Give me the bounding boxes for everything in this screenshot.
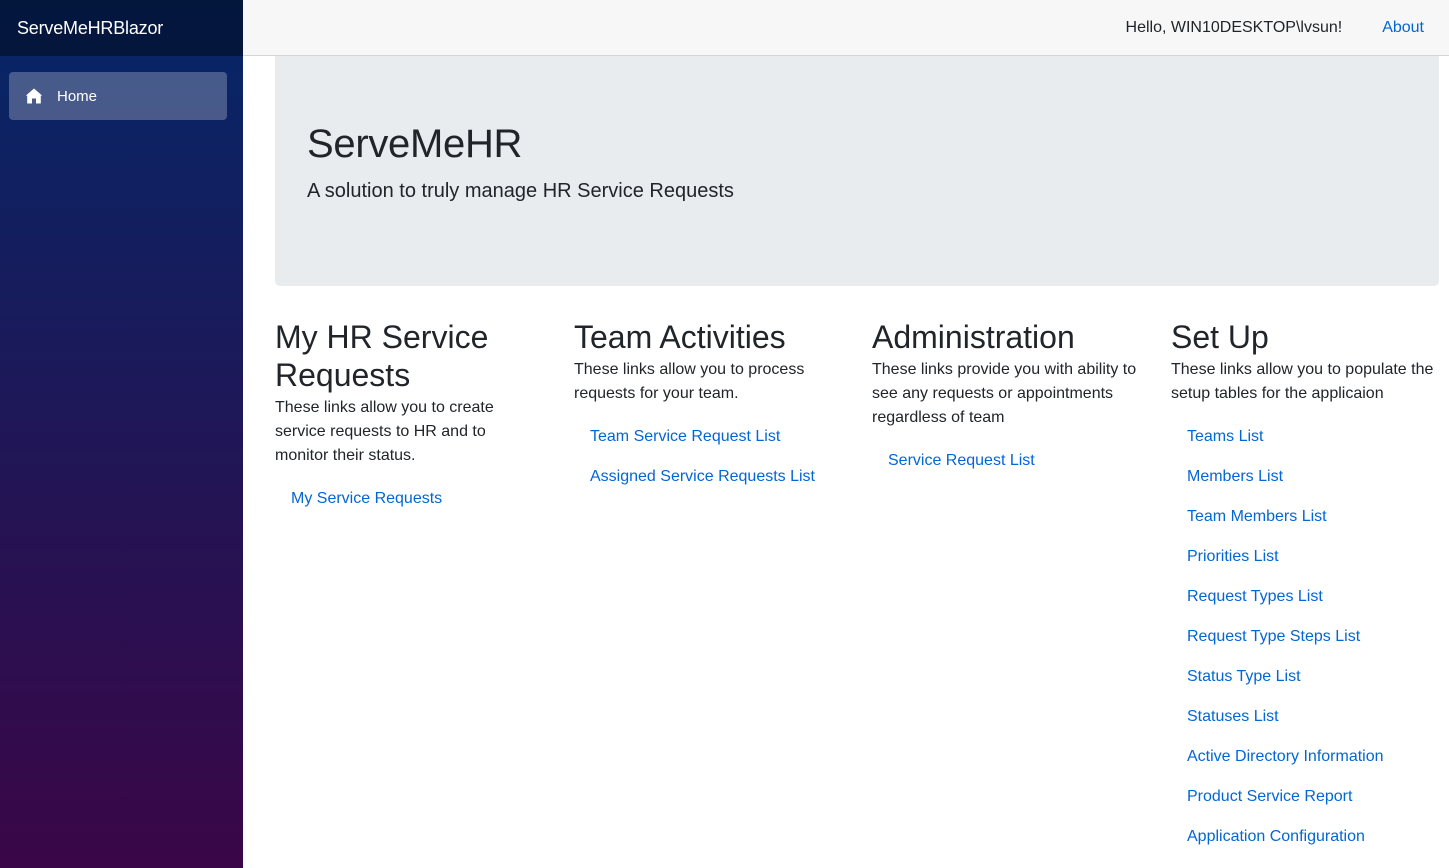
section-description: These links allow you to create service … [275, 399, 494, 464]
sidebar: ServeMeHRBlazor Home [0, 0, 243, 868]
sidebar-item-label: Home [57, 87, 98, 105]
section-title: Set Up [1171, 319, 1269, 355]
page-title: ServeMeHR [307, 122, 523, 166]
brand-link[interactable]: ServeMeHRBlazor [17, 18, 163, 39]
section-description: These links allow you to process request… [574, 361, 805, 402]
link-service-request-list[interactable]: Service Request List [888, 452, 1035, 469]
link-assigned-service-requests-list[interactable]: Assigned Service Requests List [590, 468, 815, 485]
section-team-activities: Team Activities These links allow you to… [574, 318, 844, 497]
top-row: Hello, WIN10DESKTOP\lvsun! About [243, 0, 1449, 56]
about-link[interactable]: About [1382, 19, 1424, 37]
section-description: These links allow you to populate the se… [1171, 361, 1434, 402]
section-description: These links provide you with ability to … [872, 361, 1137, 426]
home-icon [25, 87, 43, 105]
link-statuses-list[interactable]: Statuses List [1187, 708, 1279, 725]
section-links: Teams List Members List Team Members Lis… [1171, 417, 1441, 857]
page-lead: A solution to truly manage HR Service Re… [307, 180, 734, 202]
section-administration: Administration These links provide you w… [872, 318, 1142, 481]
section-title: Administration [872, 319, 1075, 355]
link-team-service-request-list[interactable]: Team Service Request List [590, 428, 780, 445]
brand-bar: ServeMeHRBlazor [0, 0, 243, 56]
section-links: Team Service Request List Assigned Servi… [574, 417, 844, 497]
jumbotron: ServeMeHR A solution to truly manage HR … [275, 56, 1439, 286]
section-title: My HR Service Requests [275, 319, 489, 393]
link-status-type-list[interactable]: Status Type List [1187, 668, 1301, 685]
link-request-types-list[interactable]: Request Types List [1187, 588, 1323, 605]
link-priorities-list[interactable]: Priorities List [1187, 548, 1279, 565]
section-set-up: Set Up These links allow you to populate… [1171, 318, 1441, 857]
section-my-hr-service-requests: My HR Service Requests These links allow… [275, 318, 545, 519]
link-product-service-report[interactable]: Product Service Report [1187, 788, 1352, 805]
link-my-service-requests[interactable]: My Service Requests [291, 490, 442, 507]
section-links: Service Request List [872, 441, 1142, 481]
sidebar-item-home[interactable]: Home [9, 72, 227, 120]
link-request-type-steps-list[interactable]: Request Type Steps List [1187, 628, 1360, 645]
section-title: Team Activities [574, 319, 786, 355]
link-team-members-list[interactable]: Team Members List [1187, 508, 1327, 525]
link-active-directory-information[interactable]: Active Directory Information [1187, 748, 1384, 765]
user-greeting: Hello, WIN10DESKTOP\lvsun! [1125, 18, 1343, 36]
link-application-configuration[interactable]: Application Configuration [1187, 828, 1365, 845]
link-members-list[interactable]: Members List [1187, 468, 1283, 485]
section-links: My Service Requests [275, 479, 545, 519]
link-teams-list[interactable]: Teams List [1187, 428, 1263, 445]
